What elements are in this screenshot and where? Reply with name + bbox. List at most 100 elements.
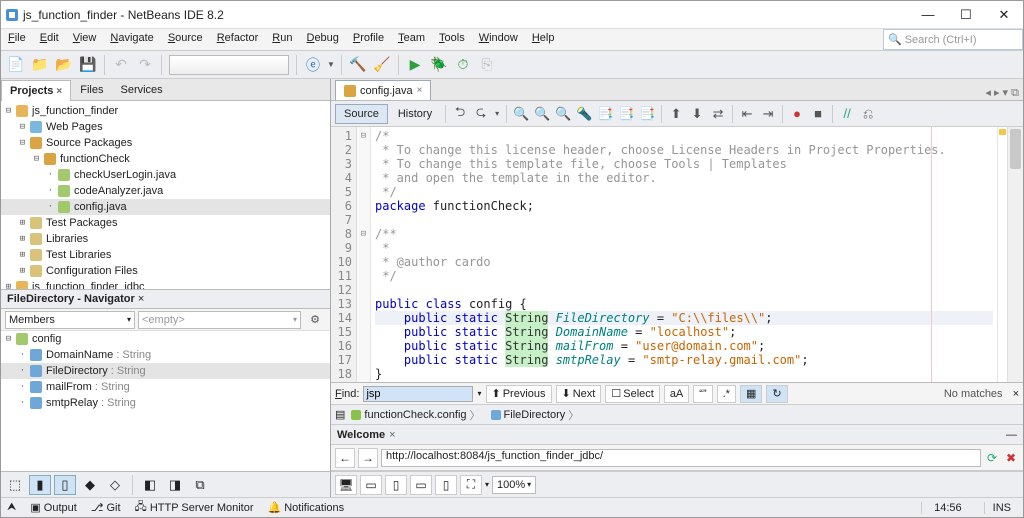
tab-files[interactable]: Files [72, 79, 111, 100]
find-selection-icon[interactable]: 🔍 [511, 104, 531, 124]
attach-button[interactable]: ⎘ [476, 54, 498, 76]
macro-stop-icon[interactable]: ■ [808, 104, 828, 124]
menu-tools[interactable]: Tools [432, 29, 472, 50]
history-view-button[interactable]: History [389, 104, 441, 124]
quick-search[interactable]: 🔍Search (Ctrl+I) [883, 29, 1023, 50]
shift-left-icon[interactable]: ⇤ [737, 104, 757, 124]
save-all-button[interactable]: 💾 [77, 54, 99, 76]
bookmark-prev-icon[interactable]: 📑 [595, 104, 615, 124]
expand-button[interactable]: ⮝ [5, 501, 18, 514]
device-phone-l-icon[interactable]: ▭ [410, 475, 432, 495]
close-icon[interactable]: × [56, 86, 62, 97]
filter-4[interactable]: ◆ [79, 475, 101, 495]
find-dropdown-icon[interactable]: ▾ [477, 389, 481, 398]
tree-item[interactable]: ⊟Source Packages [1, 135, 330, 151]
tree-item[interactable]: ·config.java [1, 199, 330, 215]
config-combo[interactable] [169, 55, 289, 75]
filter-5[interactable]: ◇ [104, 475, 126, 495]
minimize-button[interactable]: — [913, 5, 943, 25]
close-button[interactable]: ✕ [989, 5, 1019, 25]
code-editor[interactable]: 12345678910111213141516171819 ⊟ ⊟ /* * T… [331, 127, 1023, 383]
menu-source[interactable]: Source [161, 29, 210, 50]
device-desktop-icon[interactable]: 🖥 [335, 475, 357, 495]
redo-button[interactable]: ↷ [134, 54, 156, 76]
tree-item[interactable]: ·codeAnalyzer.java [1, 183, 330, 199]
menu-help[interactable]: Help [525, 29, 562, 50]
menu-team[interactable]: Team [391, 29, 432, 50]
find-prev-icon[interactable]: 🔍 [532, 104, 552, 124]
navigator-tree[interactable]: ⊟config·DomainName : String·FileDirector… [1, 331, 330, 471]
uncomment-icon[interactable]: ⎌ [858, 104, 878, 124]
status-notifications[interactable]: 🔔 Notifications [266, 501, 347, 514]
minimize-icon[interactable]: — [1006, 429, 1017, 441]
menu-window[interactable]: Window [472, 29, 525, 50]
debug-button[interactable]: 🪲 [428, 54, 450, 76]
tree-item[interactable]: ⊞Libraries [1, 231, 330, 247]
browser-dropdown[interactable]: ▼ [326, 54, 336, 76]
tree-item[interactable]: ⊞Configuration Files [1, 263, 330, 279]
menu-edit[interactable]: Edit [33, 29, 66, 50]
tree-item[interactable]: ⊟js_function_finder [1, 103, 330, 119]
tree-item[interactable]: ·smtpRelay : String [1, 395, 330, 411]
nav-settings-icon[interactable]: ⚙ [304, 309, 326, 331]
shift-right-icon[interactable]: ⇥ [758, 104, 778, 124]
menu-debug[interactable]: Debug [299, 29, 345, 50]
browser-button[interactable]: ⓔ [302, 54, 324, 76]
members-combo[interactable]: Members▾ [5, 311, 135, 329]
tree-item[interactable]: ⊟config [1, 331, 330, 347]
tree-item[interactable]: ⊞Test Packages [1, 215, 330, 231]
find-next-button[interactable]: ⬇ Next [556, 385, 602, 403]
open-button[interactable]: 📂 [53, 54, 75, 76]
browser-url-input[interactable]: http://localhost:8084/js_function_finder… [381, 449, 981, 467]
menu-navigate[interactable]: Navigate [103, 29, 160, 50]
diff-icon[interactable]: ⇄ [708, 104, 728, 124]
filter-2[interactable]: ▮ [29, 475, 51, 495]
status-http[interactable]: 🖧 HTTP Server Monitor [133, 498, 256, 517]
tree-item[interactable]: ·FileDirectory : String [1, 363, 330, 379]
close-icon[interactable]: × [1013, 388, 1019, 400]
toggle-highlight-icon[interactable]: 🔦 [574, 104, 594, 124]
filter-1[interactable]: ⬚ [4, 475, 26, 495]
new-project-button[interactable]: 📁 [29, 54, 51, 76]
device-tablet-p-icon[interactable]: ▯ [385, 475, 407, 495]
filter-8[interactable]: ⧉ [189, 475, 211, 495]
undo-button[interactable]: ↶ [110, 54, 132, 76]
profile-button[interactable]: ⏱ [452, 54, 474, 76]
breadcrumb-item[interactable]: FileDirectory〉 [487, 407, 584, 423]
find-select-button[interactable]: ☐ Select [605, 385, 659, 403]
tree-item[interactable]: ⊟Web Pages [1, 119, 330, 135]
highlight-icon[interactable]: ▦ [740, 385, 762, 403]
device-custom-icon[interactable]: ⛶ [460, 475, 482, 495]
menu-run[interactable]: Run [265, 29, 299, 50]
bookmark-next-icon[interactable]: 📑 [616, 104, 636, 124]
filter-3[interactable]: ▯ [54, 475, 76, 495]
regex-icon[interactable]: .* [717, 385, 736, 403]
reload-icon[interactable]: ⟳ [984, 451, 1000, 465]
tree-item[interactable]: ⊟functionCheck [1, 151, 330, 167]
build-button[interactable]: 🔨 [347, 54, 369, 76]
tab-services[interactable]: Services [113, 79, 171, 100]
zoom-combo[interactable]: 100% ▾ [492, 476, 536, 494]
find-next-icon[interactable]: 🔍 [553, 104, 573, 124]
breadcrumb-item[interactable]: functionCheck.config〉 [347, 407, 484, 423]
source-view-button[interactable]: Source [335, 104, 388, 124]
macro-record-icon[interactable]: ● [787, 104, 807, 124]
fold-gutter[interactable]: ⊟ ⊟ [357, 127, 371, 382]
tree-item[interactable]: ·DomainName : String [1, 347, 330, 363]
prev-error-icon[interactable]: ⬆ [666, 104, 686, 124]
browser-fwd-button[interactable]: → [358, 448, 378, 468]
welcome-tab[interactable]: Welcome× — [331, 425, 1023, 445]
close-icon[interactable]: × [138, 293, 144, 305]
maximize-button[interactable]: ☐ [951, 5, 981, 25]
match-case-icon[interactable]: aA [664, 385, 689, 403]
tab-controls[interactable]: ◂ ▸ ▾ ⧉ [985, 86, 1019, 100]
run-button[interactable]: ▶ [404, 54, 426, 76]
stop-icon[interactable]: ✖ [1003, 451, 1019, 465]
close-icon[interactable]: × [417, 85, 423, 96]
device-phone-p-icon[interactable]: ▯ [435, 475, 457, 495]
status-output[interactable]: ▣ Output [28, 501, 78, 514]
project-tree[interactable]: ⊟js_function_finder⊟Web Pages⊟Source Pac… [1, 101, 330, 289]
new-file-button[interactable]: 📄 [5, 54, 27, 76]
menu-refactor[interactable]: Refactor [210, 29, 266, 50]
menu-profile[interactable]: Profile [346, 29, 391, 50]
